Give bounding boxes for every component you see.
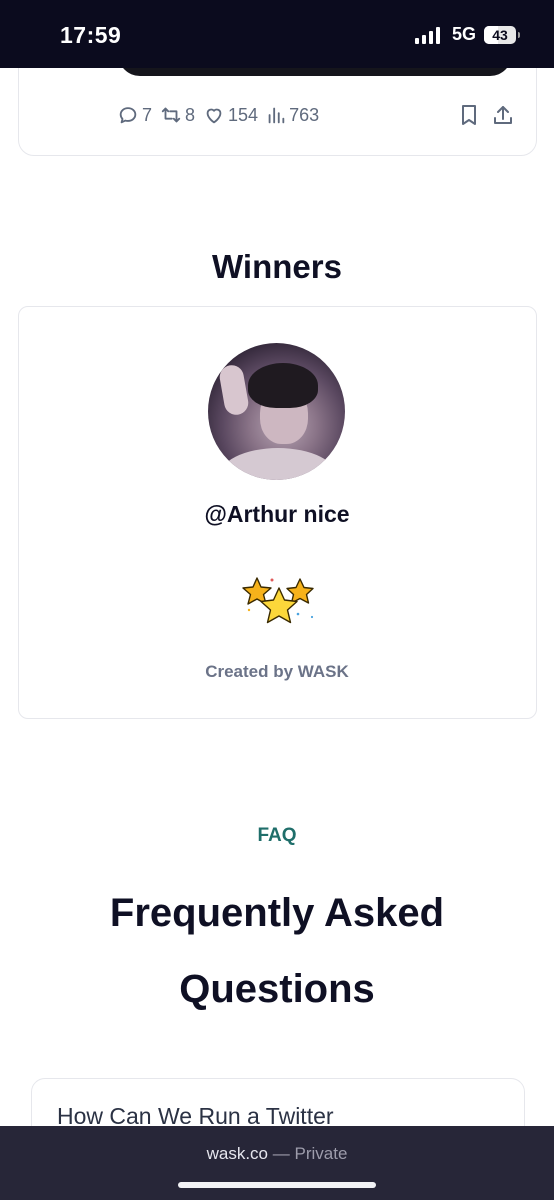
views-icon [268,107,285,124]
reply-count: 7 [142,104,153,125]
winners-title: Winners [212,248,342,285]
views-count: 763 [289,104,320,125]
tweet-actions: 7 8 154 763 [117,104,327,126]
retweet-count: 8 [185,104,196,125]
bookmark-icon[interactable] [458,103,480,127]
like-count: 154 [228,104,259,125]
faq-title: Frequently Asked Questions [0,875,554,1027]
status-time: 17:59 [60,22,122,48]
avatar [208,343,345,480]
stars-icon [240,574,318,639]
address-bar[interactable]: wask.co — Private [0,1144,554,1164]
share-icon[interactable] [492,103,514,127]
browser-bottom-bar: wask.co — Private [0,1126,554,1200]
battery-icon: 43 [484,25,520,44]
retweet-action[interactable]: 8 [160,104,195,126]
tweet-secondary-actions [458,103,514,127]
network-type: 5G [451,24,476,44]
url-separator: — [272,1144,290,1163]
signal-icon [414,26,440,44]
battery-level: 43 [492,26,508,43]
winner-handle: @Arthur nice [204,501,350,527]
faq-title-line2: Questions [179,967,375,1011]
retweet-icon [161,107,181,123]
home-indicator[interactable] [178,1182,376,1188]
url-domain: wask.co [206,1144,269,1163]
views-action[interactable]: 763 [266,104,319,126]
faq-title-line1: Frequently Asked [109,891,445,935]
status-bar: 17:59 5G 43 [0,0,554,68]
reply-action[interactable]: 7 [117,104,152,126]
like-action[interactable]: 154 [203,104,258,126]
like-icon [206,108,222,124]
status-indicators: 5G 43 [414,24,520,45]
browsing-mode: Private [294,1144,348,1163]
created-by: Created by WASK [205,662,349,681]
reply-icon [119,107,137,124]
faq-label: FAQ [257,825,297,846]
